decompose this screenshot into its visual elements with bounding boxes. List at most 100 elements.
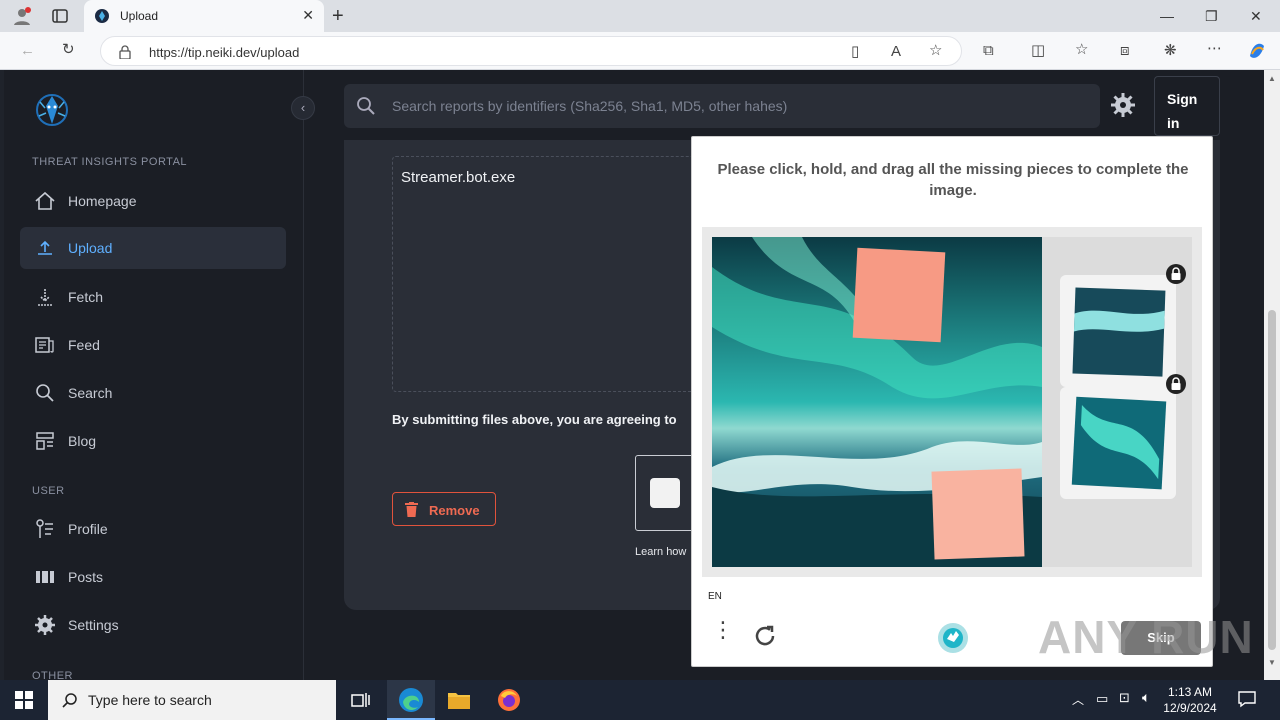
sidebar-item-label: Feed <box>68 337 100 353</box>
collapse-sidebar-button[interactable]: ‹ <box>291 96 315 120</box>
remove-label: Remove <box>429 503 480 518</box>
section-title-portal: THREAT INSIGHTS PORTAL <box>32 156 188 168</box>
edge-browser-icon[interactable] <box>387 680 435 720</box>
maximize-icon[interactable]: ❐ <box>1205 8 1218 25</box>
puzzle-piece-aurora[interactable] <box>1060 387 1176 499</box>
home-icon <box>34 190 56 212</box>
url-bar[interactable]: https://tip.neiki.dev/upload ▯ A ☆ <box>100 36 962 66</box>
settings-icon <box>34 614 56 636</box>
sidebar-item-profile[interactable]: Profile <box>20 508 286 550</box>
upload-icon <box>34 237 56 259</box>
site-logo-icon[interactable] <box>34 92 70 128</box>
search-icon <box>62 692 78 708</box>
hcaptcha-logo-icon <box>936 621 970 655</box>
terms-agreement-text: By submitting files above, you are agree… <box>392 412 677 427</box>
address-toolbar: ← ↻ https://tip.neiki.dev/upload ▯ A ☆ ⧉… <box>0 32 1280 70</box>
clock-date: 12/9/2024 <box>1163 701 1217 715</box>
sidebar-item-feed[interactable]: Feed <box>20 324 286 366</box>
captcha-prompt: Please click, hold, and drag all the mis… <box>717 161 1189 199</box>
refresh-icon[interactable] <box>752 623 778 649</box>
sidebar-item-label: Fetch <box>68 289 104 305</box>
sidebar-item-label: Profile <box>68 521 108 537</box>
file-dropzone[interactable]: Streamer.bot.exe <box>392 156 702 392</box>
extensions-icon[interactable]: ⧉ <box>983 43 994 58</box>
reader-view-icon[interactable]: ▯ <box>851 44 859 59</box>
clock-time: 1:13 AM <box>1167 685 1213 699</box>
browser-tab-bar: Upload ✕ + — ❐ ✕ <box>0 0 1280 32</box>
volume-icon[interactable]: 🔈︎ <box>1142 689 1150 706</box>
page-scrollbar[interactable]: ▲ ▼ <box>1264 70 1280 680</box>
more-options-icon[interactable]: ⋮ <box>712 619 734 641</box>
show-hidden-icons-icon[interactable]: ︿ <box>1072 691 1084 708</box>
taskbar-clock[interactable]: 1:13 AM 12/9/2024 <box>1160 684 1220 716</box>
minimize-icon[interactable]: — <box>1160 8 1174 24</box>
learn-how-link[interactable]: Learn how <box>635 546 686 558</box>
lock-icon <box>119 45 131 60</box>
url-text[interactable]: https://tip.neiki.dev/upload <box>149 45 299 60</box>
site-favicon-icon <box>94 8 110 24</box>
sidebar-item-blog[interactable]: Blog <box>20 420 286 462</box>
scroll-down-icon[interactable]: ▼ <box>1268 658 1276 667</box>
remove-button[interactable]: Remove <box>392 492 496 526</box>
copilot-icon[interactable] <box>1246 40 1268 62</box>
video-tutorial-thumbnail[interactable] <box>635 455 695 531</box>
sidebar-item-settings[interactable]: Settings <box>20 604 286 646</box>
sidebar-item-label: Search <box>68 385 113 401</box>
captcha-language[interactable]: EN <box>708 591 722 602</box>
network-icon[interactable]: ⊡ <box>1119 690 1130 706</box>
favorites-icon[interactable]: ☆ <box>1075 42 1088 57</box>
taskbar-search-placeholder: Type here to search <box>88 692 212 708</box>
sidebar-item-upload[interactable]: Upload <box>20 227 286 269</box>
taskbar-search-input[interactable]: Type here to search <box>48 680 336 720</box>
sidebar-item-fetch[interactable]: Fetch <box>20 276 286 318</box>
favorite-star-icon[interactable]: ☆ <box>929 43 942 58</box>
video-camera-icon <box>650 478 680 508</box>
report-search-input[interactable]: Search reports by identifiers (Sha256, S… <box>344 84 1100 128</box>
sidebar-item-label: Settings <box>68 617 119 633</box>
trash-icon <box>405 502 418 517</box>
refresh-icon[interactable]: ↻ <box>62 42 75 57</box>
anyrun-watermark: ANY RUN <box>1038 611 1254 663</box>
more-menu-icon[interactable]: ⋯ <box>1207 41 1222 56</box>
sidebar-item-homepage[interactable]: Homepage <box>20 180 286 222</box>
sidebar-item-label: Posts <box>68 569 104 585</box>
windows-start-icon[interactable] <box>15 691 33 709</box>
sign-in-button[interactable]: Sign in <box>1154 76 1220 136</box>
lock-icon <box>1165 373 1187 395</box>
search-icon <box>34 382 56 404</box>
close-tab-icon[interactable]: ✕ <box>302 7 314 24</box>
scroll-thumb[interactable] <box>1268 310 1276 650</box>
back-icon[interactable]: ← <box>20 43 35 58</box>
sidebar-item-posts[interactable]: Posts <box>20 556 286 598</box>
tab-title: Upload <box>120 9 159 23</box>
sidebar: THREAT INSIGHTS PORTAL Homepage Upload F… <box>4 70 304 682</box>
sidebar-item-search[interactable]: Search <box>20 372 286 414</box>
sidebar-item-label: Homepage <box>68 193 137 209</box>
search-icon <box>356 96 376 116</box>
notifications-icon[interactable] <box>1238 690 1256 708</box>
tab-actions-icon[interactable] <box>52 8 68 24</box>
close-window-icon[interactable]: ✕ <box>1250 8 1262 25</box>
fetch-icon <box>34 286 56 308</box>
scroll-up-icon[interactable]: ▲ <box>1268 74 1276 83</box>
gear-icon[interactable] <box>1110 92 1136 118</box>
tab-upload[interactable]: Upload ✕ <box>84 0 324 32</box>
puzzle-piece-ocean[interactable] <box>1060 275 1176 387</box>
windows-taskbar: Type here to search ︿ ▭ ⊡ 🔈︎ 1:13 AM 12/… <box>0 680 1280 720</box>
split-screen-icon[interactable]: ◫ <box>1031 43 1045 58</box>
posts-icon <box>34 566 56 588</box>
profile-icon <box>34 518 56 540</box>
performance-icon[interactable]: ❋ <box>1164 43 1177 58</box>
battery-icon[interactable]: ▭ <box>1096 691 1108 707</box>
collections-icon[interactable]: ⧈ <box>1120 43 1130 58</box>
file-explorer-icon[interactable] <box>447 690 471 710</box>
profile-icon[interactable] <box>12 6 32 26</box>
task-view-icon[interactable] <box>350 690 370 710</box>
new-tab-icon[interactable]: + <box>332 5 344 28</box>
lock-icon <box>1165 263 1187 285</box>
read-aloud-icon[interactable]: A <box>891 44 901 59</box>
captcha-puzzle-image[interactable] <box>712 237 1042 567</box>
section-title-user: USER <box>32 485 65 497</box>
captcha-dialog: Please click, hold, and drag all the mis… <box>691 136 1213 667</box>
firefox-icon[interactable] <box>497 688 521 712</box>
